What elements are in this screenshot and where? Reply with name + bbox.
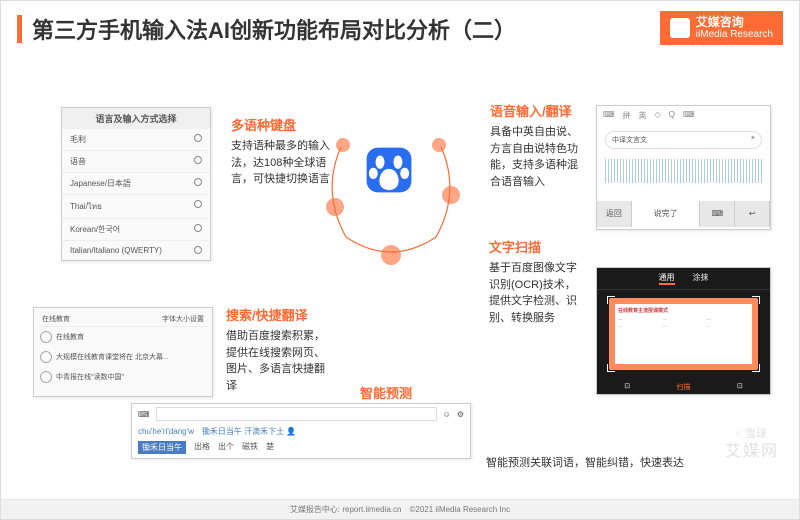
voice-input-text: 中译文言文 <box>612 135 647 145</box>
voice-tab: ◇ <box>655 110 661 121</box>
settings-icon: ⚙ <box>457 410 464 419</box>
voice-btn: 返回 <box>597 201 632 227</box>
voice-btn: ↩ <box>735 201 770 227</box>
close-icon: × <box>751 135 755 145</box>
voice-tab: Q <box>669 110 675 121</box>
radio-icon <box>194 178 202 186</box>
text-input <box>156 407 437 421</box>
logo-name: 艾媒咨询 <box>696 15 773 29</box>
lang-item: Italian/Italiano (QWERTY) <box>70 246 162 255</box>
voice-tab: ⌨ <box>603 110 615 121</box>
emoji-icon: ☺ <box>443 410 451 419</box>
title-accent <box>17 15 22 43</box>
voice-tab: 英 <box>639 110 647 121</box>
radio-icon <box>194 200 202 208</box>
feature-title: 语音输入/翻译 <box>490 101 585 120</box>
page-title: 第三方手机输入法AI创新功能布局对比分析（二） <box>32 13 516 45</box>
waveform-icon <box>605 159 762 183</box>
feature-desc: 具备中英自由说、方言自由说特色功能，支持多语种混合语音输入 <box>490 124 585 190</box>
tab-label: 字体大小设置 <box>162 314 204 324</box>
connector-orbit <box>301 117 481 267</box>
candidate: 出格 <box>194 441 210 454</box>
scan-frame: 在线教育主流授课模式—————— <box>609 298 758 370</box>
feature-desc: 基于百度图像文字识别(OCR)技术，提供文字检测、识别、转换服务 <box>489 260 585 326</box>
screenshot-language-panel: 语言及输入方式选择 毛利 语音 Japanese/日本語 Thai/ไทย Ko… <box>61 107 211 261</box>
screenshot-ocr-panel: 通用 涂抹 在线教育主流授课模式—————— ⊡ 扫描 ⊡ <box>596 267 771 395</box>
candidate: 出个 <box>218 441 234 454</box>
lang-item: Thai/ไทย <box>70 200 102 213</box>
logo-icon <box>670 18 690 38</box>
feature-title: 智能预测 <box>351 383 421 402</box>
feature-title: 搜索/快捷翻译 <box>226 305 326 324</box>
voice-tab: ⌨ <box>683 110 695 121</box>
suggestion-text: 锄禾日当午 汗滴禾下土 <box>202 427 284 436</box>
voice-btn: ⌨ <box>700 201 735 227</box>
tab-label: 在线教育 <box>42 314 70 324</box>
lang-item: 毛利 <box>70 134 86 145</box>
bullet-icon <box>40 371 52 383</box>
radio-icon <box>194 156 202 164</box>
ocr-btn-scan: 扫描 <box>676 382 690 392</box>
feature-title: 文字扫描 <box>489 237 585 256</box>
logo-sub: iiMedia Research <box>696 29 773 40</box>
bullet-icon <box>40 331 52 343</box>
candidate: 楚 <box>266 441 274 454</box>
user-icon: 👤 <box>286 427 296 436</box>
ocr-tab: 涂抹 <box>693 272 709 285</box>
search-row: 在线教育 <box>56 332 84 342</box>
screenshot-voice-panel: ⌨ 拼 英 ◇ Q ⌨ 中译文言文 × 返回 说完了 ⌨ ↩ <box>596 105 771 230</box>
screenshot-search-panel: 在线教育 字体大小设置 在线教育 大规模在线教育课堂将在 北京大幕... 中青报在… <box>33 307 213 397</box>
brand-logo: 艾媒咨询iiMedia Research <box>660 11 783 45</box>
candidate-selected: 锄禾日当午 <box>138 441 186 454</box>
radio-icon <box>194 224 202 232</box>
bullet-icon <box>40 351 52 363</box>
ocr-btn: ⊡ <box>737 382 743 392</box>
footer: 艾媒报告中心: report.iimedia.cn ©2021 iiMedia … <box>1 499 799 519</box>
ocr-tab: 通用 <box>659 272 675 285</box>
radio-icon <box>194 134 202 142</box>
search-row: 中青报在线"读数中国" <box>56 372 124 382</box>
scanned-document: 在线教育主流授课模式—————— <box>615 304 752 364</box>
ocr-btn: ⊡ <box>624 382 630 392</box>
pinyin-text: chu'he'ri'dang'w <box>138 427 194 436</box>
screenshot-prediction-panel: ⌨ ☺ ⚙ chu'he'ri'dang'w 锄禾日当午 汗滴禾下土 👤 锄禾日当午… <box>131 403 471 459</box>
feature-search: 搜索/快捷翻译 借助百度搜索积累，提供在线搜索网页、图片、多语言快捷翻译 <box>226 305 326 394</box>
feature-desc: 借助百度搜索积累，提供在线搜索网页、图片、多语言快捷翻译 <box>226 328 326 394</box>
feature-predict-desc: 智能预测关联词语，智能纠错，快速表达 <box>486 455 684 472</box>
feature-voice: 语音输入/翻译 具备中英自由说、方言自由说特色功能，支持多语种混合语音输入 <box>490 101 585 190</box>
watermark-iimedia: 艾媒网 <box>725 437 779 461</box>
lang-item: Korean/한국어 <box>70 224 120 235</box>
lang-panel-header: 语言及输入方式选择 <box>62 108 210 129</box>
lang-item: Japanese/日本語 <box>70 178 131 189</box>
candidate: 磁铁 <box>242 441 258 454</box>
content-area: 语言及输入方式选择 毛利 语音 Japanese/日本語 Thai/ไทย Ko… <box>1 57 799 497</box>
voice-btn-done: 说完了 <box>632 201 701 227</box>
feature-ocr: 文字扫描 基于百度图像文字识别(OCR)技术，提供文字检测、识别、转换服务 <box>489 237 585 326</box>
voice-tab: 拼 <box>623 110 631 121</box>
radio-icon <box>194 246 202 254</box>
keyboard-icon: ⌨ <box>138 410 150 419</box>
search-row: 大规模在线教育课堂将在 北京大幕... <box>56 352 169 362</box>
lang-item: 语音 <box>70 156 86 167</box>
slide: 第三方手机输入法AI创新功能布局对比分析（二） 艾媒咨询iiMedia Rese… <box>0 0 800 520</box>
